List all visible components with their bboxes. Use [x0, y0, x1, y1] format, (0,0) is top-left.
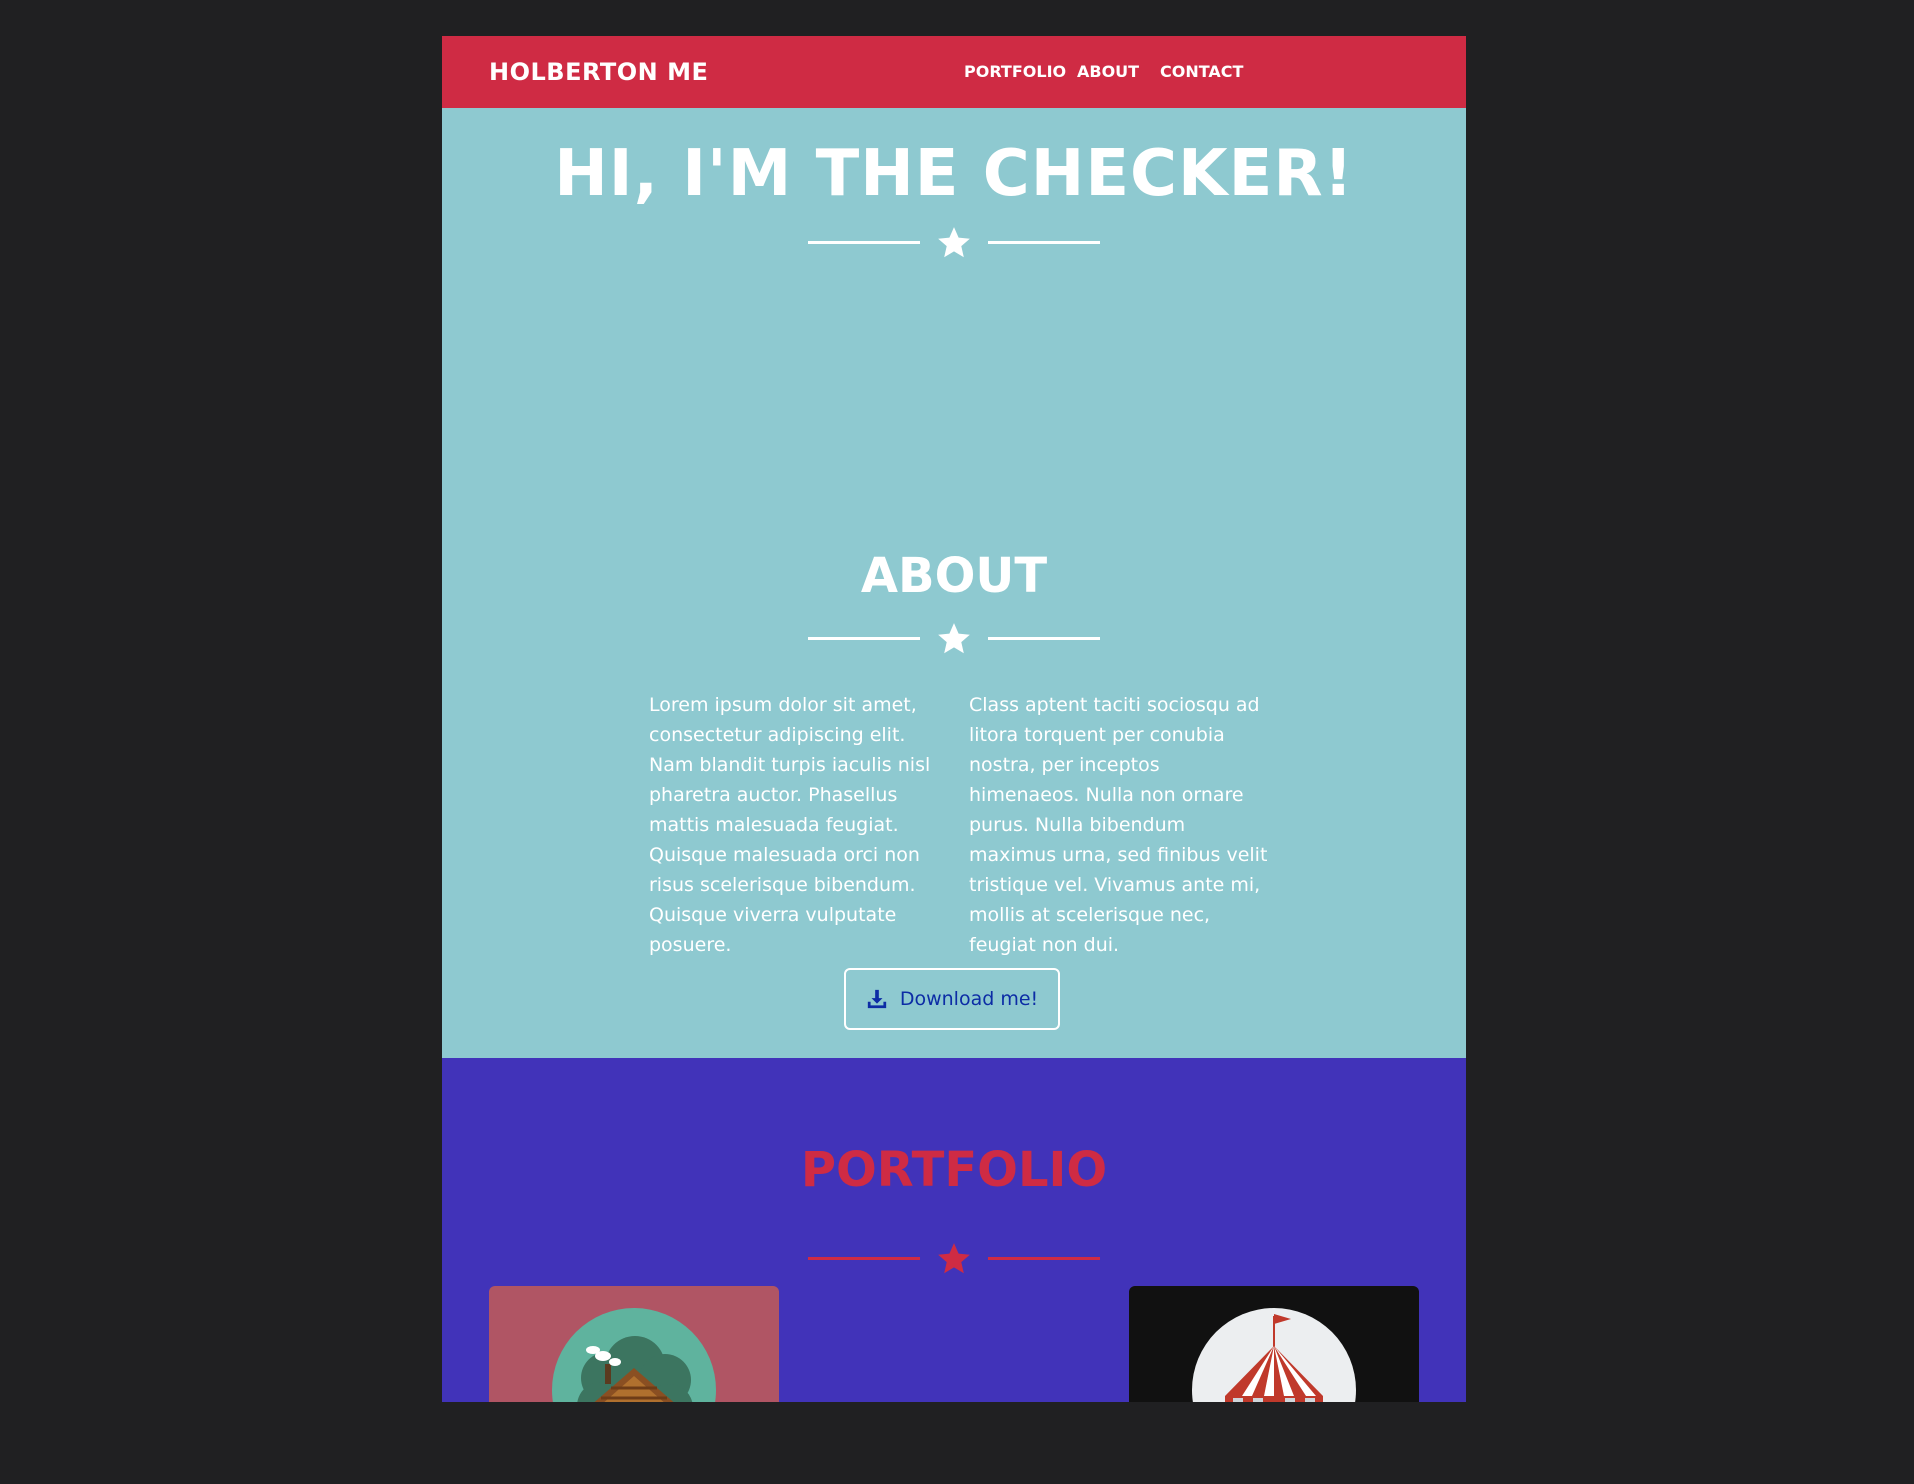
divider-line — [808, 637, 920, 640]
star-icon — [938, 623, 970, 654]
navbar: HOLBERTON ME PORTFOLIO ABOUT CONTACT — [442, 36, 1466, 108]
page-container: HOLBERTON ME PORTFOLIO ABOUT CONTACT HI,… — [442, 36, 1466, 1402]
download-icon — [867, 989, 887, 1009]
about-star-divider — [808, 620, 1100, 660]
about-text-left: Lorem ipsum dolor sit amet, consectetur … — [649, 694, 931, 956]
divider-line — [988, 241, 1100, 244]
cabin-icon — [552, 1308, 716, 1402]
download-button-label: Download me! — [899, 988, 1039, 1010]
about-title: ABOUT — [860, 548, 1048, 604]
divider-line — [988, 1257, 1100, 1260]
divider-line — [988, 637, 1100, 640]
download-button[interactable]: Download me! — [844, 968, 1060, 1030]
portfolio-item-circus[interactable] — [1129, 1286, 1419, 1402]
portfolio-section: PORTFOLIO — [442, 1058, 1466, 1402]
portfolio-star-divider — [808, 1240, 1100, 1280]
hero-star-divider — [808, 224, 1100, 264]
nav-link-about[interactable]: ABOUT — [1077, 36, 1139, 108]
brand-logo[interactable]: HOLBERTON ME — [489, 36, 708, 108]
nav-link-contact[interactable]: CONTACT — [1160, 36, 1243, 108]
divider-line — [808, 1257, 920, 1260]
circus-tent-icon — [1192, 1308, 1356, 1402]
portfolio-item-cabin[interactable] — [489, 1286, 779, 1402]
star-icon — [938, 1243, 970, 1274]
hero-title: HI, I'M THE CHECKER! — [554, 137, 1354, 211]
about-text-right: Class aptent taciti sociosqu ad litora t… — [969, 694, 1268, 956]
divider-line — [808, 241, 920, 244]
star-icon — [938, 227, 970, 258]
portfolio-title: PORTFOLIO — [800, 1142, 1108, 1198]
nav-link-portfolio[interactable]: PORTFOLIO — [964, 36, 1066, 108]
